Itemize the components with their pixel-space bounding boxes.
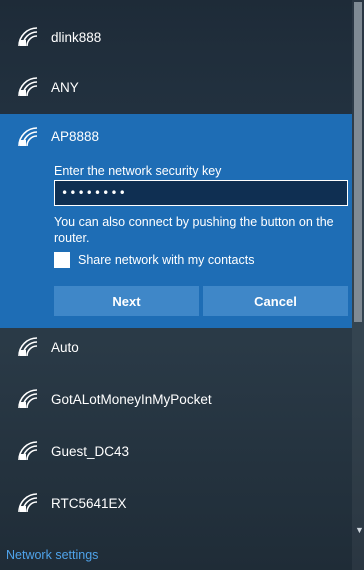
network-name: Guest_DC43 — [51, 443, 130, 459]
network-name: Auto — [51, 339, 79, 355]
network-settings-link[interactable]: Network settings — [6, 548, 98, 562]
wifi-icon — [18, 441, 38, 461]
security-key-prompt: Enter the network security key — [54, 164, 222, 178]
network-item-dlink888[interactable]: dlink888 — [0, 12, 352, 62]
network-item-expanded: AP8888 Enter the network security key Yo… — [0, 114, 352, 328]
scrollbar-thumb[interactable] — [354, 2, 362, 322]
network-item-any[interactable]: ANY — [0, 62, 352, 112]
share-network-option[interactable]: Share network with my contacts — [54, 252, 254, 268]
network-item-gotalotmoney[interactable]: GotALotMoneyInMyPocket — [0, 374, 352, 424]
wps-hint: You can also connect by pushing the butt… — [54, 215, 334, 245]
network-name: ANY — [51, 79, 79, 95]
network-name: GotALotMoneyInMyPocket — [51, 391, 212, 407]
wifi-icon — [18, 127, 38, 147]
scrollbar[interactable]: ▼ — [352, 0, 364, 570]
wifi-flyout: dlink888 ANY AP8888 Enter the network se… — [0, 0, 352, 570]
network-item-guest-dc43[interactable]: Guest_DC43 — [0, 426, 352, 476]
share-checkbox[interactable] — [54, 252, 70, 268]
network-name: RTC5641EX — [51, 495, 127, 511]
network-name: dlink888 — [51, 29, 102, 45]
cancel-button[interactable]: Cancel — [203, 286, 348, 316]
network-item-auto[interactable]: Auto — [0, 322, 352, 372]
wifi-icon — [18, 389, 38, 409]
wifi-icon — [18, 337, 38, 357]
wifi-icon — [18, 77, 38, 97]
next-button[interactable]: Next — [54, 286, 199, 316]
network-item-rtc5641ex[interactable]: RTC5641EX — [0, 478, 352, 528]
wifi-icon — [18, 27, 38, 47]
security-key-field[interactable] — [54, 180, 348, 206]
wifi-icon — [18, 493, 38, 513]
scroll-down-icon[interactable]: ▼ — [355, 525, 364, 535]
security-key-input[interactable] — [55, 181, 347, 205]
share-label: Share network with my contacts — [78, 253, 255, 267]
network-name: AP8888 — [51, 129, 100, 144]
